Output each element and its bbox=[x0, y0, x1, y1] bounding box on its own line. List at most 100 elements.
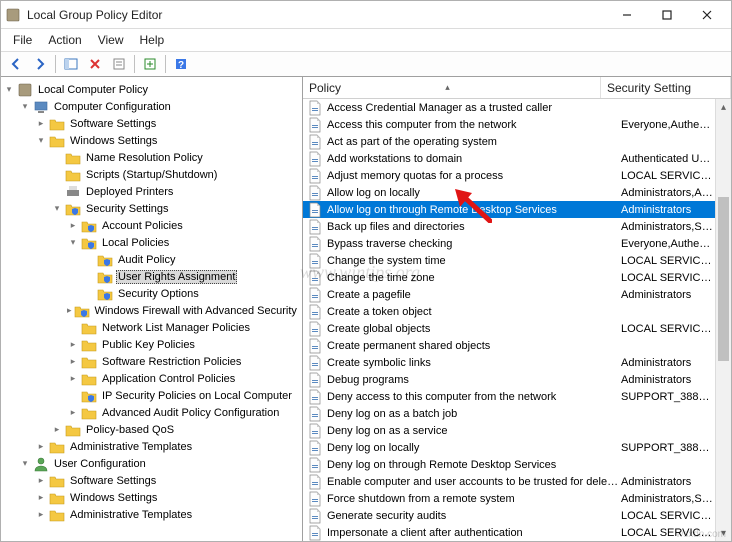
tree-node[interactable]: ▾Local Computer Policy bbox=[1, 81, 302, 98]
collapse-icon[interactable]: ▾ bbox=[3, 84, 15, 96]
policy-row[interactable]: Access this computer from the networkEve… bbox=[303, 116, 715, 133]
policy-row[interactable]: Generate security auditsLOCAL SERVICE,NE… bbox=[303, 507, 715, 524]
tree-node[interactable]: ▸Software Settings bbox=[1, 472, 302, 489]
policy-row[interactable]: Create a pagefileAdministrators bbox=[303, 286, 715, 303]
tree-pane[interactable]: ▾Local Computer Policy▾Computer Configur… bbox=[1, 77, 303, 541]
expand-icon[interactable]: ▸ bbox=[35, 475, 47, 487]
policy-row[interactable]: Allow log on locallyAdministrators,Accou… bbox=[303, 184, 715, 201]
tree-node[interactable]: ▸Administrative Templates bbox=[1, 506, 302, 523]
policy-row[interactable]: Deny log on as a batch job bbox=[303, 405, 715, 422]
policy-row[interactable]: Change the time zoneLOCAL SERVICE,Admini… bbox=[303, 269, 715, 286]
help-button[interactable]: ? bbox=[170, 53, 192, 75]
tree-node[interactable]: ▾Windows Settings bbox=[1, 132, 302, 149]
properties-button[interactable] bbox=[108, 53, 130, 75]
expand-icon[interactable]: ▸ bbox=[35, 441, 47, 453]
folder-icon bbox=[49, 116, 65, 132]
policy-row[interactable]: Deny access to this computer from the ne… bbox=[303, 388, 715, 405]
collapse-icon[interactable]: ▾ bbox=[51, 203, 63, 215]
tree-node[interactable]: ▸Advanced Audit Policy Configuration bbox=[1, 404, 302, 421]
tree-node[interactable]: Deployed Printers bbox=[1, 183, 302, 200]
expand-icon[interactable]: ▸ bbox=[67, 305, 72, 317]
export-button[interactable] bbox=[139, 53, 161, 75]
list-body[interactable]: Access Credential Manager as a trusted c… bbox=[303, 99, 715, 541]
policy-row[interactable]: Debug programsAdministrators bbox=[303, 371, 715, 388]
tree-node[interactable]: ▸Policy-based QoS bbox=[1, 421, 302, 438]
expand-icon[interactable]: ▸ bbox=[35, 492, 47, 504]
policy-row[interactable]: Deny log on as a service bbox=[303, 422, 715, 439]
folder-icon bbox=[65, 167, 81, 183]
collapse-icon[interactable]: ▾ bbox=[19, 101, 31, 113]
scroll-up-button[interactable]: ▴ bbox=[716, 99, 731, 115]
tree-node[interactable]: IP Security Policies on Local Computer bbox=[1, 387, 302, 404]
tree-node[interactable]: ▸Public Key Policies bbox=[1, 336, 302, 353]
policy-row[interactable]: Create a token object bbox=[303, 303, 715, 320]
vertical-scrollbar[interactable]: ▴ ▾ bbox=[715, 99, 731, 541]
sec-icon bbox=[97, 252, 113, 268]
scroll-down-button[interactable]: ▾ bbox=[716, 525, 731, 541]
menu-file[interactable]: File bbox=[5, 30, 40, 50]
policy-row[interactable]: Act as part of the operating system bbox=[303, 133, 715, 150]
expand-icon[interactable]: ▸ bbox=[67, 220, 79, 232]
tree-node[interactable]: ▾Local Policies bbox=[1, 234, 302, 251]
back-button[interactable] bbox=[5, 53, 27, 75]
delete-button[interactable] bbox=[84, 53, 106, 75]
tree-node[interactable]: Audit Policy bbox=[1, 251, 302, 268]
close-button[interactable] bbox=[687, 2, 727, 28]
policy-row[interactable]: Create permanent shared objects bbox=[303, 337, 715, 354]
column-policy[interactable]: Policy ▴ bbox=[303, 77, 601, 98]
column-setting[interactable]: Security Setting bbox=[601, 77, 731, 98]
policy-icon bbox=[307, 287, 323, 303]
expand-icon[interactable]: ▸ bbox=[35, 509, 47, 521]
policy-row[interactable]: Allow log on through Remote Desktop Serv… bbox=[303, 201, 715, 218]
policy-row[interactable]: Back up files and directoriesAdministrat… bbox=[303, 218, 715, 235]
expand-icon[interactable]: ▸ bbox=[35, 118, 47, 130]
menu-action[interactable]: Action bbox=[40, 30, 89, 50]
title-bar: Local Group Policy Editor bbox=[1, 1, 731, 29]
policy-row[interactable]: Deny log on through Remote Desktop Servi… bbox=[303, 456, 715, 473]
tree-node[interactable]: ▸Windows Settings bbox=[1, 489, 302, 506]
policy-icon bbox=[307, 491, 323, 507]
tree-node[interactable]: ▾User Configuration bbox=[1, 455, 302, 472]
policy-row[interactable]: Enable computer and user accounts to be … bbox=[303, 473, 715, 490]
tree-node[interactable]: ▸Administrative Templates bbox=[1, 438, 302, 455]
policy-row[interactable]: Add workstations to domainAuthenticated … bbox=[303, 150, 715, 167]
forward-button[interactable] bbox=[29, 53, 51, 75]
menu-help[interactable]: Help bbox=[132, 30, 173, 50]
policy-icon bbox=[307, 321, 323, 337]
policy-row[interactable]: Force shutdown from a remote systemAdmin… bbox=[303, 490, 715, 507]
expand-icon[interactable]: ▸ bbox=[51, 424, 63, 436]
tree-node[interactable]: ▾Computer Configuration bbox=[1, 98, 302, 115]
tree-node[interactable]: ▸Account Policies bbox=[1, 217, 302, 234]
collapse-icon[interactable]: ▾ bbox=[35, 135, 47, 147]
scrollbar-thumb[interactable] bbox=[718, 197, 729, 361]
policy-row[interactable]: Access Credential Manager as a trusted c… bbox=[303, 99, 715, 116]
expand-icon[interactable]: ▸ bbox=[67, 339, 79, 351]
tree-node[interactable]: Network List Manager Policies bbox=[1, 319, 302, 336]
minimize-button[interactable] bbox=[607, 2, 647, 28]
show-hide-tree-button[interactable] bbox=[60, 53, 82, 75]
tree-node[interactable]: ▾Security Settings bbox=[1, 200, 302, 217]
expand-icon[interactable]: ▸ bbox=[67, 407, 79, 419]
policy-row[interactable]: Impersonate a client after authenticatio… bbox=[303, 524, 715, 541]
tree-node[interactable]: ▸Software Restriction Policies bbox=[1, 353, 302, 370]
collapse-icon[interactable]: ▾ bbox=[19, 458, 31, 470]
policy-row[interactable]: Bypass traverse checkingEveryone,Authent… bbox=[303, 235, 715, 252]
tree-node[interactable]: Name Resolution Policy bbox=[1, 149, 302, 166]
tree-node[interactable]: User Rights Assignment bbox=[1, 268, 302, 285]
tree-node[interactable]: ▸Application Control Policies bbox=[1, 370, 302, 387]
expand-icon[interactable]: ▸ bbox=[67, 356, 79, 368]
policy-row[interactable]: Create global objectsLOCAL SERVICE,NETWO… bbox=[303, 320, 715, 337]
tree-node[interactable]: Security Options bbox=[1, 285, 302, 302]
tree-node[interactable]: ▸Windows Firewall with Advanced Security bbox=[1, 302, 302, 319]
policy-row[interactable]: Create symbolic linksAdministrators bbox=[303, 354, 715, 371]
maximize-button[interactable] bbox=[647, 2, 687, 28]
tree-node[interactable]: ▸Software Settings bbox=[1, 115, 302, 132]
policy-row[interactable]: Deny log on locallySUPPORT_388945a0 bbox=[303, 439, 715, 456]
expand-icon[interactable]: ▸ bbox=[67, 373, 79, 385]
policy-row[interactable]: Adjust memory quotas for a processLOCAL … bbox=[303, 167, 715, 184]
policy-name: Impersonate a client after authenticatio… bbox=[327, 527, 621, 539]
tree-node[interactable]: Scripts (Startup/Shutdown) bbox=[1, 166, 302, 183]
menu-view[interactable]: View bbox=[90, 30, 132, 50]
collapse-icon[interactable]: ▾ bbox=[67, 237, 79, 249]
policy-row[interactable]: Change the system timeLOCAL SERVICE,Admi… bbox=[303, 252, 715, 269]
